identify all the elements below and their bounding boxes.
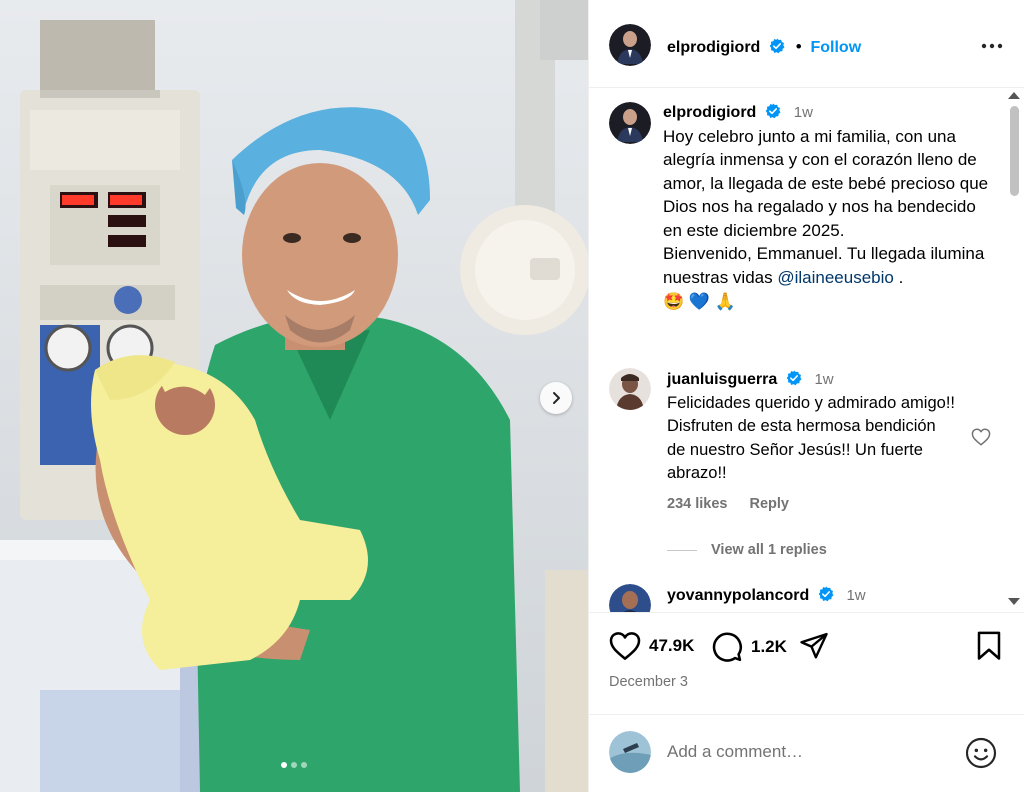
post-media[interactable] [0,0,588,792]
current-user-avatar[interactable] [609,731,651,773]
commenter-username[interactable]: yovannypolancord [667,587,809,604]
share-button[interactable] [799,631,829,661]
author-username[interactable]: elprodigiord [667,39,760,56]
follow-button[interactable]: Follow [810,39,861,56]
comment-time[interactable]: 1w [814,371,833,388]
comment-like-button[interactable] [971,428,991,451]
caption-username[interactable]: elprodigiord [663,104,756,121]
verified-badge-icon [786,370,802,386]
caption-time[interactable]: 1w [794,104,813,121]
author-avatar[interactable] [609,102,651,144]
likes-count[interactable]: 47.9K [649,636,694,656]
comment-text: Felicidades querido y admirado amigo!! D… [667,393,955,483]
comments-section[interactable]: elprodigiord 1w Hoy celebro junto a mi f… [589,88,1024,612]
commenter-avatar[interactable] [609,584,651,612]
scrollbar-thumb[interactable] [1010,106,1019,196]
chevron-right-icon [553,392,560,404]
comment-button[interactable]: 1.2K [711,631,787,663]
commenter-username[interactable]: juanluisguerra [667,371,777,388]
emoji-icon [965,737,997,769]
view-replies-label: View all 1 replies [711,542,827,558]
scroll-up-arrow[interactable] [1008,92,1020,99]
heart-icon [971,428,991,446]
comment-item: yovannypolancord 1w [609,584,999,612]
media-dot[interactable] [301,762,307,768]
caption-emojis: 🤩 💙 🙏 [663,292,736,311]
verified-badge-icon [818,586,834,602]
comments-count[interactable]: 1.2K [751,637,787,657]
post-panel: elprodigiord • Follow elprodigiord 1w Ho… [588,0,1024,792]
post-photo [0,0,588,792]
comment-likes[interactable]: 234 likes [667,496,727,512]
comment-item: juanluisguerra 1w Felicidades querido y … [609,368,999,512]
add-comment-input[interactable] [667,740,947,764]
reply-button[interactable]: Reply [750,496,790,512]
bookmark-icon [977,631,1001,660]
verified-badge-icon [769,38,785,54]
view-replies-button[interactable]: View all 1 replies [667,542,827,558]
post-actions: 47.9K 1.2K December 3 [589,612,1024,714]
scroll-down-arrow[interactable] [1008,598,1020,605]
media-dot[interactable] [281,762,287,768]
save-button[interactable] [976,631,1002,661]
heart-icon [609,632,641,660]
more-options-icon [981,43,1003,49]
caption-mention-link[interactable]: @ilaineeusebio [777,268,894,287]
media-pagination [0,762,588,768]
verified-badge-icon [765,103,781,119]
post-date[interactable]: December 3 [609,674,688,690]
follow-separator: • [795,37,802,56]
caption-text: Hoy celebro junto a mi familia, con una … [663,126,989,240]
like-button[interactable]: 47.9K [609,631,694,661]
add-comment-bar [589,714,1024,792]
caption-end: . [893,267,904,287]
comment-icon [712,632,742,662]
media-dot[interactable] [291,762,297,768]
share-icon [800,632,828,659]
emoji-picker-button[interactable] [965,737,997,774]
comment-time[interactable]: 1w [846,587,865,604]
author-avatar[interactable] [609,24,651,66]
commenter-avatar[interactable] [609,368,651,410]
post-caption: elprodigiord 1w Hoy celebro junto a mi f… [609,100,999,314]
more-options-button[interactable] [981,36,1003,54]
post-header: elprodigiord • Follow [589,0,1024,88]
next-media-button[interactable] [540,382,572,414]
